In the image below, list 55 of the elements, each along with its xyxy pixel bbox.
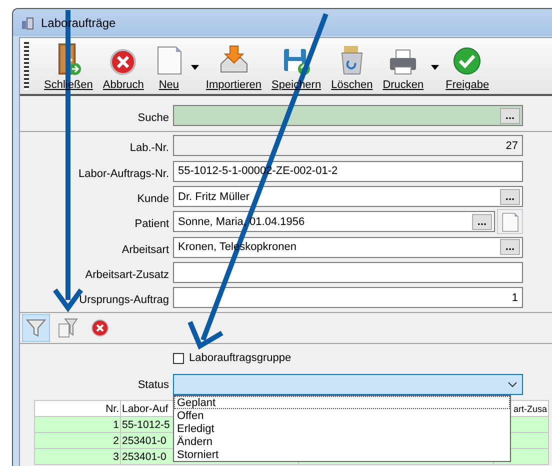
dropdown-option[interactable]: Ändern xyxy=(174,435,510,448)
new-button[interactable] xyxy=(497,209,523,234)
check-icon xyxy=(452,46,482,76)
table-cell: 253401-0 xyxy=(122,434,166,447)
browse-button[interactable]: ... xyxy=(500,239,520,256)
toolbar-button[interactable]: Abbruch xyxy=(98,40,149,94)
checkbox-label: Laborauftragsgruppe xyxy=(189,352,292,364)
field-label: Ursprungs-Auftrag xyxy=(78,293,170,306)
toolbar-button[interactable]: Löschen xyxy=(326,40,378,94)
toolbar-button[interactable]: Importieren xyxy=(200,40,267,94)
input-field[interactable]: 1 xyxy=(173,287,523,308)
cancel-icon xyxy=(91,319,109,338)
caret-icon[interactable] xyxy=(430,64,439,70)
table-cell: 1 xyxy=(113,418,119,431)
page-icon xyxy=(500,210,520,233)
table-cell: 2 xyxy=(113,434,119,447)
field-label: Arbeitsart-Zusatz xyxy=(84,268,170,281)
funnel-sheet-icon xyxy=(57,317,79,340)
funnel-icon xyxy=(25,317,47,340)
table-cell: 253401-0 xyxy=(122,450,166,463)
checkbox[interactable] xyxy=(173,352,184,364)
status-dropdown[interactable] xyxy=(173,374,523,396)
status-label: Status xyxy=(136,378,170,391)
table-cell: 3 xyxy=(113,450,119,463)
field-label: Labor-Auftrags-Nr. xyxy=(78,166,170,180)
input-field[interactable]: Dr. Fritz Müller ... xyxy=(173,186,523,208)
floppy-disk-icon xyxy=(281,46,312,76)
input-field[interactable]: Sonne, Maria, 01.04.1956 ... xyxy=(173,211,495,232)
dropdown-option[interactable]: Geplant xyxy=(174,396,510,410)
dropdown-option[interactable]: Erledigt xyxy=(174,422,510,436)
toolbar-button[interactable]: Freigabe xyxy=(440,40,494,94)
input-field[interactable] xyxy=(173,262,523,283)
field-label: Patient xyxy=(134,217,170,230)
toolbar-button[interactable]: Drucken xyxy=(378,40,429,94)
app-icon xyxy=(21,16,35,30)
dropdown-option[interactable]: Offen xyxy=(174,409,510,422)
field-label: Lab.-Nr. xyxy=(128,141,170,154)
input-field[interactable]: 27 xyxy=(173,135,523,156)
search-field[interactable]: ... xyxy=(173,105,523,126)
table-cell: 55-1012-5 xyxy=(122,418,170,431)
browse-button[interactable]: ... xyxy=(472,214,492,230)
caret-icon[interactable] xyxy=(190,64,199,70)
chevron-down-icon xyxy=(508,382,517,388)
browse-button[interactable]: ... xyxy=(500,188,520,205)
cancel-icon xyxy=(109,48,138,76)
field-label: Suche xyxy=(136,111,170,124)
field-label: Arbeitsart xyxy=(120,242,170,256)
dropdown-option[interactable]: Storniert xyxy=(174,448,510,462)
filter-toolbar-button[interactable] xyxy=(22,314,50,342)
trash-can-icon xyxy=(338,44,365,76)
field-label: Kunde xyxy=(136,192,170,206)
column-header[interactable]: Labor-Auf xyxy=(122,402,168,415)
browse-button[interactable]: ... xyxy=(500,108,520,124)
toolbar-button[interactable]: Neu xyxy=(148,40,189,94)
column-header[interactable]: Nr. xyxy=(106,402,119,415)
